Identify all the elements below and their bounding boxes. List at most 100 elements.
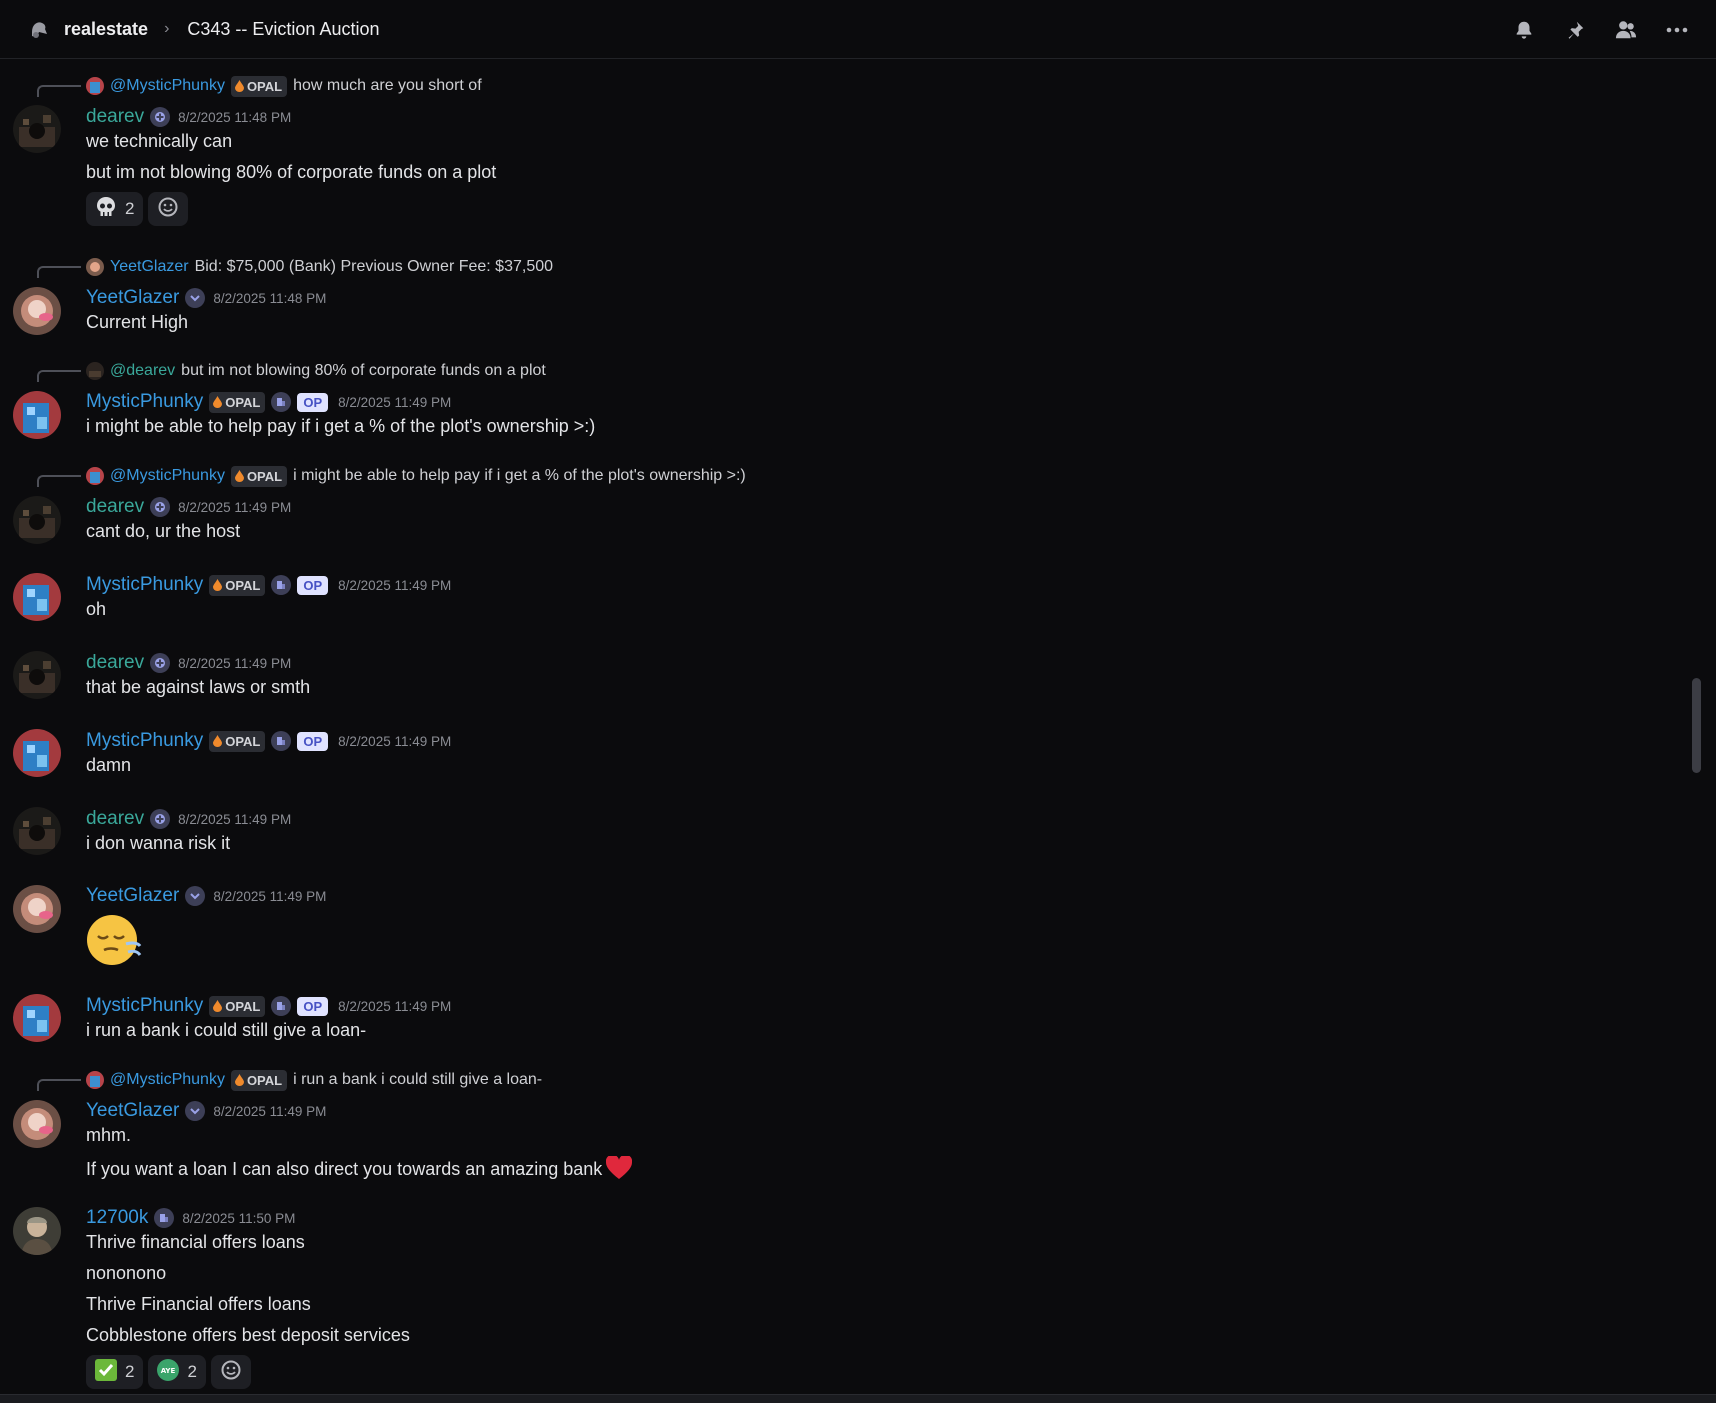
reply-preview[interactable]: @MysticPhunky OPAL i run a bank i could …: [86, 1069, 542, 1091]
role-badge-icon: [185, 886, 206, 906]
reply-author[interactable]: @MysticPhunky: [110, 467, 225, 485]
reply-preview[interactable]: YeetGlazer Bid: $75,000 (Bank) Previous …: [86, 256, 553, 278]
message-list[interactable]: @MysticPhunky OPAL how much are you shor…: [0, 59, 1690, 1395]
timestamp[interactable]: 8/2/2025 11:49 PM: [213, 889, 326, 904]
server-name[interactable]: realestate: [64, 19, 148, 40]
op-badge: OP: [297, 731, 329, 751]
channel-header: realestate › C343 -- Eviction Auction: [0, 0, 1716, 59]
breadcrumb-chevron-icon: ›: [164, 20, 170, 37]
avatar[interactable]: [13, 573, 61, 621]
avatar[interactable]: [13, 729, 61, 777]
message-text: i might be able to help pay if i get a %…: [86, 416, 596, 436]
username[interactable]: dearev: [86, 496, 144, 518]
reaction-bar: 2: [86, 192, 193, 226]
reaction-bar: 2 AYE 2: [86, 1355, 256, 1389]
reply-author[interactable]: @dearev: [110, 362, 175, 380]
timestamp[interactable]: 8/2/2025 11:49 PM: [338, 999, 451, 1014]
avatar[interactable]: [13, 105, 61, 153]
timestamp[interactable]: 8/2/2025 11:49 PM: [338, 734, 451, 749]
timestamp[interactable]: 8/2/2025 11:48 PM: [178, 110, 291, 125]
face-exhaling-emoji-icon: [86, 914, 146, 966]
reply-author[interactable]: @MysticPhunky: [110, 77, 225, 95]
avatar[interactable]: [13, 885, 61, 933]
timestamp[interactable]: 8/2/2025 11:49 PM: [178, 500, 291, 515]
add-reaction-button[interactable]: [210, 1355, 251, 1389]
username[interactable]: MysticPhunky: [86, 574, 203, 596]
reply-connector: [37, 475, 81, 487]
op-badge: OP: [297, 996, 329, 1016]
role-badge-icon: [271, 731, 292, 751]
avatar: [86, 362, 104, 380]
role-badge-icon: [150, 653, 171, 673]
message-text: Current High: [86, 312, 189, 332]
reply-author[interactable]: @MysticPhunky: [110, 1071, 225, 1089]
avatar[interactable]: [13, 1207, 61, 1255]
bell-icon[interactable]: [1512, 18, 1536, 42]
message-header: MysticPhunky OPAL OP 8/2/2025 11:49 PM: [86, 994, 451, 1018]
role-badge-icon: [150, 107, 171, 127]
opal-tag: OPAL: [209, 574, 266, 596]
avatar: [86, 1071, 104, 1089]
reply-text: but im not blowing 80% of corporate fund…: [181, 362, 546, 379]
reaction-skull[interactable]: 2: [86, 192, 144, 226]
avatar[interactable]: [13, 391, 61, 439]
message-text: Thrive Financial offers loans: [86, 1294, 311, 1314]
username[interactable]: 12700k: [86, 1207, 148, 1229]
drop-icon: [213, 735, 223, 747]
timestamp[interactable]: 8/2/2025 11:49 PM: [338, 395, 451, 410]
pin-icon[interactable]: [1563, 18, 1587, 42]
avatar: [86, 467, 104, 485]
username[interactable]: YeetGlazer: [86, 885, 179, 907]
reply-preview[interactable]: @MysticPhunky OPAL i might be able to he…: [86, 465, 746, 487]
reaction-count: 2: [125, 199, 135, 218]
add-reaction-button[interactable]: [148, 192, 189, 226]
reply-text: i might be able to help pay if i get a %…: [293, 467, 746, 484]
timestamp[interactable]: 8/2/2025 11:48 PM: [213, 291, 326, 306]
username[interactable]: MysticPhunky: [86, 391, 203, 413]
opal-tag: OPAL: [230, 465, 288, 487]
avatar[interactable]: [13, 1100, 61, 1148]
timestamp[interactable]: 8/2/2025 11:49 PM: [178, 812, 291, 827]
add-reaction-icon: [158, 197, 178, 222]
reply-preview[interactable]: @MysticPhunky OPAL how much are you shor…: [86, 75, 482, 97]
thread-title: C343 -- Eviction Auction: [187, 18, 380, 39]
timestamp[interactable]: 8/2/2025 11:49 PM: [338, 578, 451, 593]
drop-icon: [213, 579, 223, 591]
username[interactable]: MysticPhunky: [86, 995, 203, 1017]
avatar[interactable]: [13, 496, 61, 544]
opal-tag: OPAL: [209, 391, 266, 413]
add-reaction-icon: [221, 1360, 241, 1385]
reaction-check-mark[interactable]: 2: [86, 1355, 144, 1389]
timestamp[interactable]: 8/2/2025 11:50 PM: [182, 1211, 295, 1226]
timestamp[interactable]: 8/2/2025 11:49 PM: [178, 656, 291, 671]
timestamp[interactable]: 8/2/2025 11:49 PM: [213, 1104, 326, 1119]
reply-connector: [37, 266, 81, 278]
avatar[interactable]: [13, 651, 61, 699]
username[interactable]: YeetGlazer: [86, 1100, 179, 1122]
op-badge: OP: [297, 392, 329, 412]
reply-text: Bid: $75,000 (Bank) Previous Owner Fee: …: [194, 258, 554, 275]
members-icon[interactable]: [1614, 18, 1638, 42]
svg-text:AYE: AYE: [161, 1367, 176, 1375]
reaction-aye[interactable]: AYE 2: [148, 1355, 206, 1389]
role-badge-icon: [150, 497, 171, 517]
reply-preview[interactable]: @dearev but im not blowing 80% of corpor…: [86, 360, 546, 382]
reply-author[interactable]: YeetGlazer: [110, 258, 189, 276]
scrollbar-thumb[interactable]: [1692, 678, 1701, 773]
opal-tag: OPAL: [230, 1069, 288, 1091]
role-badge-icon: [185, 288, 206, 308]
avatar[interactable]: [13, 287, 61, 335]
message-text: Thrive financial offers loans: [86, 1232, 305, 1252]
username[interactable]: dearev: [86, 106, 144, 128]
avatar[interactable]: [13, 807, 61, 855]
username[interactable]: dearev: [86, 652, 144, 674]
username[interactable]: MysticPhunky: [86, 730, 203, 752]
reply-connector: [37, 1079, 81, 1091]
username[interactable]: dearev: [86, 808, 144, 830]
more-icon[interactable]: [1665, 18, 1689, 42]
avatar[interactable]: [13, 994, 61, 1042]
red-heart-icon: [606, 1154, 633, 1185]
message-header: MysticPhunky OPAL OP 8/2/2025 11:49 PM: [86, 729, 451, 753]
username[interactable]: YeetGlazer: [86, 287, 179, 309]
role-badge-icon: [185, 1101, 206, 1121]
